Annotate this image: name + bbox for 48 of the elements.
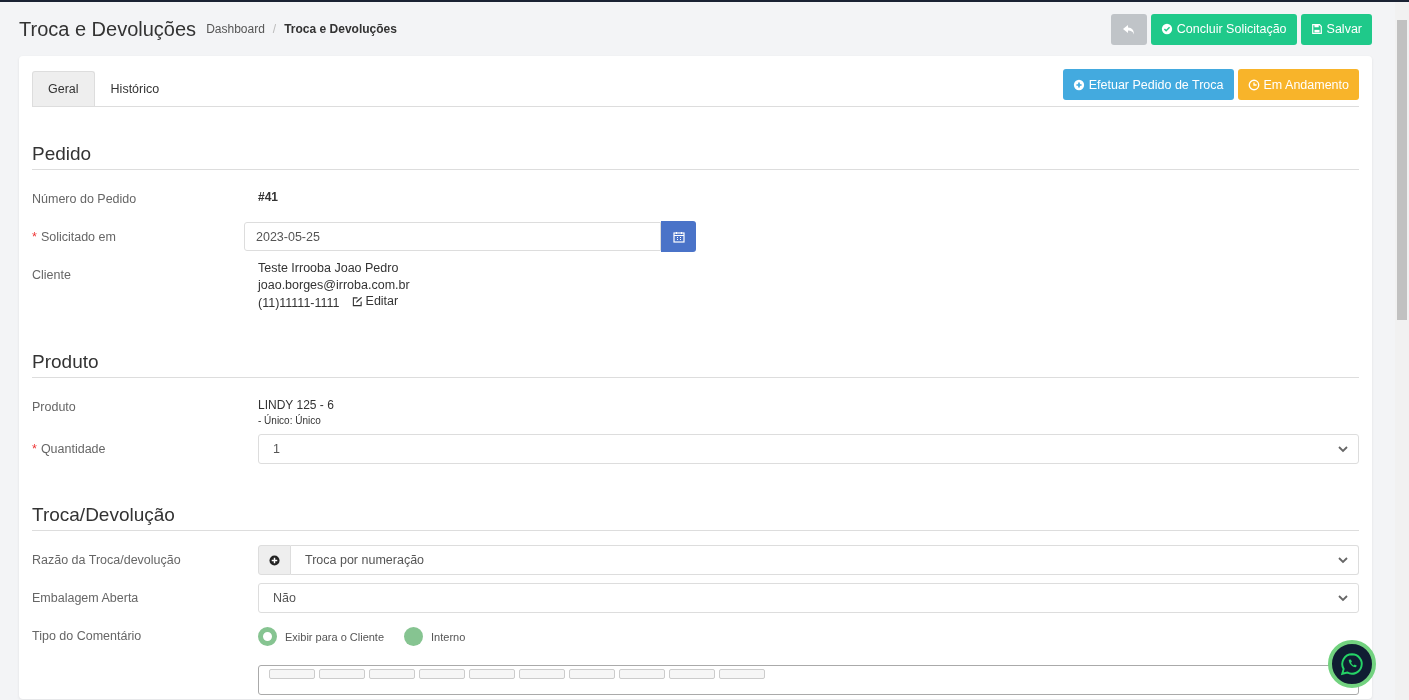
chevron-down-icon: [1338, 445, 1348, 453]
select-field[interactable]: Não: [258, 583, 1359, 614]
field-label: Razão da Troca/devolução: [32, 552, 182, 568]
field-label: Produto: [32, 399, 77, 415]
edit-link[interactable]: Editar: [351, 293, 399, 310]
select-field[interactable]: Troca por numeração: [291, 545, 1359, 576]
date-field[interactable]: 2023-05-25: [244, 222, 661, 251]
page-title: Troca e Devoluções: [19, 17, 197, 41]
radio-button[interactable]: [404, 627, 424, 647]
field-label: Embalagem Aberta: [32, 590, 140, 606]
scrollbar-thumb[interactable]: [1397, 20, 1407, 320]
radio-label: Interno: [431, 630, 466, 643]
radio-label: Exibir para o Cliente: [285, 630, 385, 643]
client-info-text: joao.borges@irroba.com.br: [258, 277, 410, 292]
back-arrow-icon: [1121, 22, 1136, 36]
field-label: * Solicitado em: [32, 229, 117, 244]
plus-circle-icon: [269, 554, 280, 566]
product-variant: - Único: Único: [258, 415, 322, 427]
section-heading: Troca/Devolução: [32, 468, 1359, 532]
calendar-icon: [672, 230, 685, 243]
breadcrumb-separator: /: [272, 22, 277, 36]
clock-icon: [1247, 78, 1260, 91]
field-label: Cliente: [32, 267, 72, 282]
breadcrumb-link[interactable]: Dashboard: [206, 22, 265, 36]
edit-icon: [351, 295, 363, 307]
back-button[interactable]: [1110, 13, 1147, 45]
client-info-text: Teste Irrooba Joao Pedro: [258, 261, 399, 275]
section-heading: Pedido: [32, 107, 1359, 170]
field-label: * Quantidade: [32, 441, 107, 457]
chevron-down-icon: [1338, 556, 1348, 564]
chevron-down-icon: [1338, 594, 1348, 602]
select-field[interactable]: 1: [258, 434, 1359, 465]
breadcrumb-current: Troca e Devoluções: [284, 22, 397, 36]
tab[interactable]: Geral: [32, 71, 95, 106]
product-name: LINDY 125 - 6: [258, 398, 335, 413]
field-label: Número do Pedido: [32, 191, 138, 206]
order-number: #41: [258, 189, 280, 204]
field-label: Tipo do Comentário: [32, 628, 143, 644]
radio-button[interactable]: [258, 627, 277, 647]
calendar-button[interactable]: [661, 221, 696, 252]
save-icon: [1310, 23, 1323, 35]
plus-circle-icon: [1072, 78, 1085, 91]
add-button[interactable]: [258, 545, 291, 576]
client-info-text: (11)11111-1111: [258, 295, 340, 310]
section-heading: Produto: [32, 315, 1359, 379]
check-circle-icon: [1160, 23, 1173, 35]
tab[interactable]: Histórico: [94, 71, 176, 106]
chat-bubble-icon: [1339, 651, 1365, 677]
